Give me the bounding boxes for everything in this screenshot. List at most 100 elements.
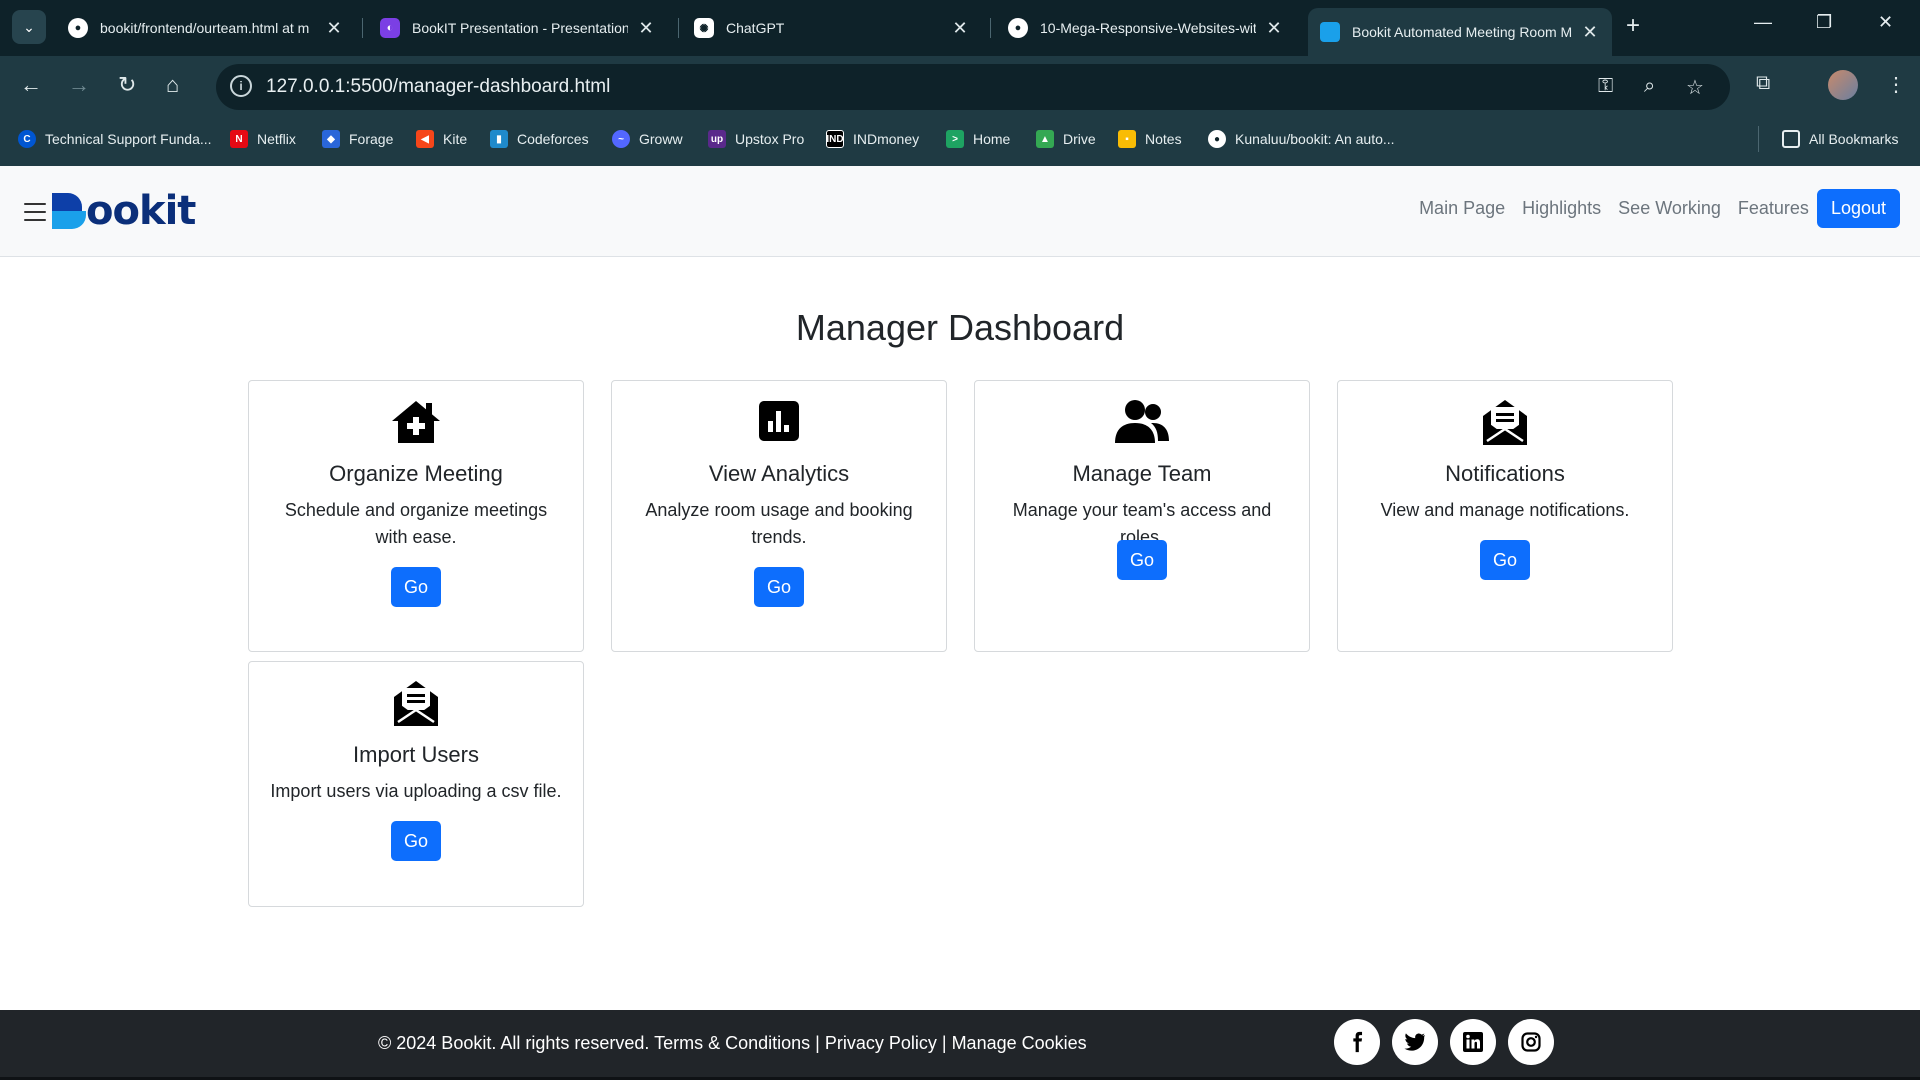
facebook-icon[interactable] <box>1334 1019 1380 1065</box>
linkedin-icon[interactable] <box>1450 1019 1496 1065</box>
canva-icon: ◐ <box>380 18 400 38</box>
tab-bookit-active[interactable]: Bookit Automated Meeting Room M ✕ <box>1308 8 1612 56</box>
twitter-icon[interactable] <box>1392 1019 1438 1065</box>
bookmarks-separator <box>1758 126 1759 152</box>
minimize-icon[interactable]: — <box>1754 12 1772 33</box>
coursera-icon: C <box>18 130 36 148</box>
menu-kebab-icon[interactable]: ⋮ <box>1886 72 1906 97</box>
close-tab-icon[interactable]: ✕ <box>636 18 656 39</box>
bookmark-item[interactable]: ▪ Notes <box>1118 130 1182 148</box>
tab-mega-websites[interactable]: ● 10-Mega-Responsive-Websites-wit ✕ <box>996 8 1296 48</box>
bookmark-label: Codeforces <box>517 131 589 147</box>
chatgpt-icon: ✺ <box>694 18 714 38</box>
tab-title: bookit/frontend/ourteam.html at m <box>100 20 310 36</box>
footer-link-cookies[interactable]: Manage Cookies <box>952 1033 1087 1053</box>
tab-title: 10-Mega-Responsive-Websites-wit <box>1040 20 1256 36</box>
close-tab-icon[interactable]: ✕ <box>950 18 970 39</box>
bookmark-item[interactable]: up Upstox Pro <box>708 130 804 148</box>
bookmark-label: INDmoney <box>853 131 920 147</box>
tab-title: Bookit Automated Meeting Room M <box>1352 24 1572 40</box>
github-icon: ● <box>1008 18 1028 38</box>
close-tab-icon[interactable]: ✕ <box>1264 18 1284 39</box>
tab-chatgpt[interactable]: ✺ ChatGPT ✕ <box>682 8 982 48</box>
footer-link-terms[interactable]: Terms & Conditions <box>654 1033 810 1053</box>
organize-meeting-go-button[interactable]: Go <box>391 567 441 607</box>
back-icon[interactable]: ← <box>20 72 42 98</box>
password-key-icon[interactable]: ⚿ <box>1598 75 1613 98</box>
bookmark-item[interactable]: > Home <box>946 130 1010 148</box>
tab-search-button[interactable]: ⌄ <box>12 10 46 44</box>
github-icon: ● <box>68 18 88 38</box>
bookmark-label: Technical Support Funda... <box>45 131 212 147</box>
tab-separator <box>990 18 991 38</box>
bookmark-item[interactable]: N Netflix <box>230 130 296 148</box>
bookmark-label: Kite <box>443 131 468 147</box>
footer-link-privacy[interactable]: Privacy Policy <box>825 1033 937 1053</box>
all-bookmarks[interactable]: All Bookmarks <box>1782 130 1898 148</box>
card-title: Notifications <box>1445 461 1565 486</box>
logout-button[interactable]: Logout <box>1816 189 1900 228</box>
tab-bookit-github[interactable]: ● bookit/frontend/ourteam.html at m ✕ <box>56 8 356 48</box>
view-analytics-go-button[interactable]: Go <box>754 567 804 607</box>
envelope-open-icon <box>1338 399 1672 447</box>
tab-title: BookIT Presentation - Presentation <box>412 20 628 36</box>
card-description: Analyze room usage and booking trends. <box>645 500 913 547</box>
netflix-icon: N <box>230 130 248 148</box>
envelope-open-icon <box>249 680 583 728</box>
card-view-analytics: View Analytics Analyze room usage and bo… <box>611 380 947 652</box>
manage-team-go-button[interactable]: Go <box>1117 540 1167 580</box>
bookmark-item[interactable]: ◆ Forage <box>322 130 393 148</box>
close-tab-icon[interactable]: ✕ <box>324 18 344 39</box>
hamburger-menu-icon[interactable] <box>24 203 46 221</box>
bookmark-star-icon[interactable]: ☆ <box>1686 75 1704 100</box>
bookit-logo-mark <box>52 193 86 229</box>
bookmark-label: Home <box>973 131 1011 147</box>
card-manage-team: Manage Team Manage your team's access an… <box>974 380 1310 652</box>
reload-icon[interactable]: ↻ <box>118 72 136 98</box>
folder-icon <box>1782 130 1800 148</box>
import-users-go-button[interactable]: Go <box>391 821 441 861</box>
forward-icon[interactable]: → <box>68 72 90 98</box>
drive-icon: ▲ <box>1036 130 1054 148</box>
tab-title: ChatGPT <box>726 20 785 36</box>
bookmark-item[interactable]: ▲ Drive <box>1036 130 1096 148</box>
browser-chrome: ⌄ ● bookit/frontend/ourteam.html at m ✕ … <box>0 0 1920 166</box>
zoom-icon[interactable]: ⌕ <box>1644 75 1655 98</box>
home-icon[interactable]: ⌂ <box>166 72 179 98</box>
tab-presentation[interactable]: ◐ BookIT Presentation - Presentation ✕ <box>368 8 668 48</box>
card-organize-meeting: Organize Meeting Schedule and organize m… <box>248 380 584 652</box>
new-tab-button[interactable]: + <box>1626 12 1640 40</box>
restore-icon[interactable]: ❐ <box>1816 12 1832 33</box>
instagram-icon[interactable] <box>1508 1019 1554 1065</box>
nav-link-see-working[interactable]: See Working <box>1618 198 1721 219</box>
notifications-go-button[interactable]: Go <box>1480 540 1530 580</box>
profile-avatar[interactable] <box>1828 70 1858 100</box>
bookmark-item[interactable]: ~ Groww <box>612 130 683 148</box>
extensions-icon[interactable]: ⧉ <box>1756 72 1770 95</box>
card-description: View and manage notifications. <box>1380 500 1630 520</box>
bookmark-label: Forage <box>349 131 394 147</box>
card-title: Organize Meeting <box>329 461 503 486</box>
address-bar[interactable]: i 127.0.0.1:5500/manager-dashboard.html … <box>216 64 1730 110</box>
bar-chart-icon <box>612 399 946 447</box>
nav-link-highlights[interactable]: Highlights <box>1522 198 1601 219</box>
bookmarks-bar: C Technical Support Funda... N Netflix ◆ Fo… <box>0 116 1920 166</box>
nav-link-features[interactable]: Features <box>1738 198 1809 219</box>
bookmark-item[interactable]: ▮ Codeforces <box>490 130 589 148</box>
bookmark-item[interactable]: C Technical Support Funda... <box>18 130 212 148</box>
card-title: Manage Team <box>1072 461 1212 486</box>
site-info-icon[interactable]: i <box>230 75 252 97</box>
bookmark-item[interactable]: IND INDmoney <box>826 130 919 148</box>
close-window-icon[interactable]: ✕ <box>1878 12 1893 33</box>
groww-icon: ~ <box>612 130 630 148</box>
close-tab-icon[interactable]: ✕ <box>1580 22 1600 43</box>
brand-text: ookit <box>86 188 196 234</box>
bookmark-item[interactable]: ● Kunaluu/bookit: An auto... <box>1208 130 1395 148</box>
home-bookmark-icon: > <box>946 130 964 148</box>
brand-logo[interactable]: ookit <box>52 186 196 236</box>
nav-link-main-page[interactable]: Main Page <box>1419 198 1505 219</box>
bookmark-item[interactable]: ◀ Kite <box>416 130 467 148</box>
bookit-icon <box>1320 22 1340 42</box>
site-navbar: ookit Main Page Highlights See Working F… <box>0 166 1920 257</box>
upstox-icon: up <box>708 130 726 148</box>
